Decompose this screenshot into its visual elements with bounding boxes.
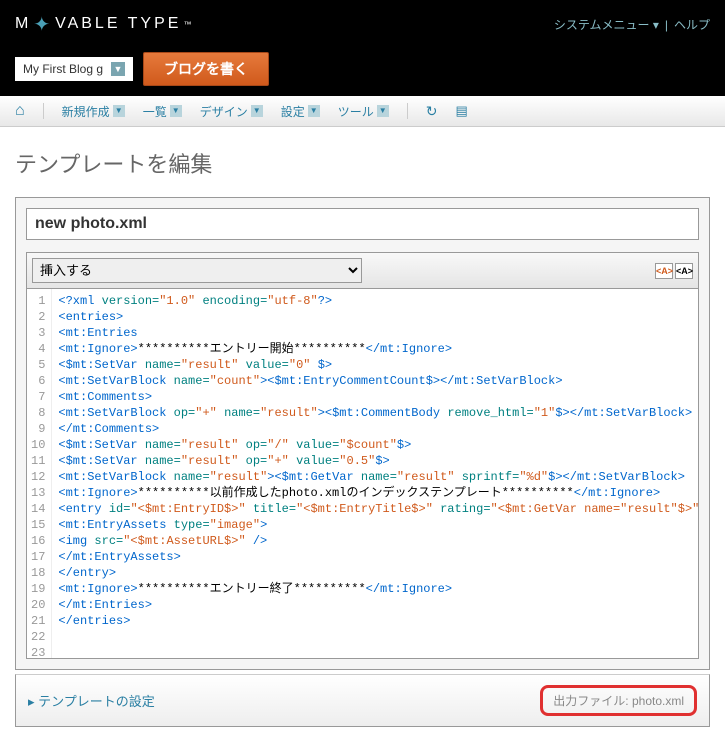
chevron-down-icon: ▼ <box>377 105 389 117</box>
settings-bar: テンプレートの設定 出力ファイル: photo.xml <box>15 674 710 727</box>
chevron-down-icon: ▼ <box>111 62 125 76</box>
tag-plain-icon[interactable]: <A> <box>675 263 693 279</box>
system-menu-link[interactable]: システムメニュー ▾ <box>554 18 659 32</box>
logo[interactable]: M✦VABLE TYPE™ <box>15 12 194 37</box>
insert-select[interactable]: 挿入する <box>32 258 362 283</box>
top-bar: M✦VABLE TYPE™ システムメニュー ▾|ヘルプ <box>0 0 725 48</box>
chevron-down-icon: ▼ <box>113 105 125 117</box>
output-file-box: 出力ファイル: photo.xml <box>540 685 697 716</box>
logo-icon: ✦ <box>33 12 53 37</box>
code-content[interactable]: <?xml version="1.0" encoding="utf-8"?> <… <box>52 289 698 658</box>
chevron-down-icon: ▼ <box>308 105 320 117</box>
template-settings-link[interactable]: テンプレートの設定 <box>28 691 155 710</box>
home-icon[interactable]: ⌂ <box>15 102 25 120</box>
logo-text: M <box>15 15 31 33</box>
nav-list[interactable]: 一覧▼ <box>143 103 182 120</box>
logo-tm: ™ <box>183 20 194 29</box>
line-gutter: 123456789101112131415161718192021222324 <box>27 289 52 658</box>
editor-toolbar: 挿入する <A> <A> <box>26 252 699 289</box>
chevron-down-icon: ▼ <box>170 105 182 117</box>
refresh-icon[interactable]: ↻ <box>426 103 438 120</box>
code-editor[interactable]: 123456789101112131415161718192021222324 … <box>26 289 699 659</box>
nav-create[interactable]: 新規作成▼ <box>62 103 125 120</box>
help-link[interactable]: ヘルプ <box>674 18 710 32</box>
output-filename: photo.xml <box>632 694 684 708</box>
blog-selector[interactable]: My First Blog g ▼ <box>15 57 133 81</box>
logo-text: VABLE TYPE <box>55 15 181 33</box>
tag-highlight-icon[interactable]: <A> <box>655 263 673 279</box>
nav-design[interactable]: デザイン▼ <box>200 103 263 120</box>
template-name-input[interactable] <box>26 208 699 240</box>
nav-tools[interactable]: ツール▼ <box>338 103 389 120</box>
page-icon[interactable]: ▤ <box>455 103 467 119</box>
content-area: テンプレートを編集 挿入する <A> <A> 12345678910111213… <box>0 127 725 747</box>
page-title: テンプレートを編集 <box>15 147 710 179</box>
tool-icons: <A> <A> <box>655 263 693 279</box>
output-label: 出力ファイル: <box>553 694 628 708</box>
main-nav: ⌂ 新規作成▼ 一覧▼ デザイン▼ 設定▼ ツール▼ ↻ ▤ <box>0 96 725 127</box>
blog-bar: My First Blog g ▼ ブログを書く <box>0 48 725 96</box>
write-blog-button[interactable]: ブログを書く <box>143 52 269 86</box>
nav-settings[interactable]: 設定▼ <box>281 103 320 120</box>
blog-name: My First Blog g <box>23 62 103 76</box>
top-links: システムメニュー ▾|ヘルプ <box>554 16 710 33</box>
editor-panel: 挿入する <A> <A> 123456789101112131415161718… <box>15 197 710 670</box>
chevron-down-icon: ▼ <box>251 105 263 117</box>
